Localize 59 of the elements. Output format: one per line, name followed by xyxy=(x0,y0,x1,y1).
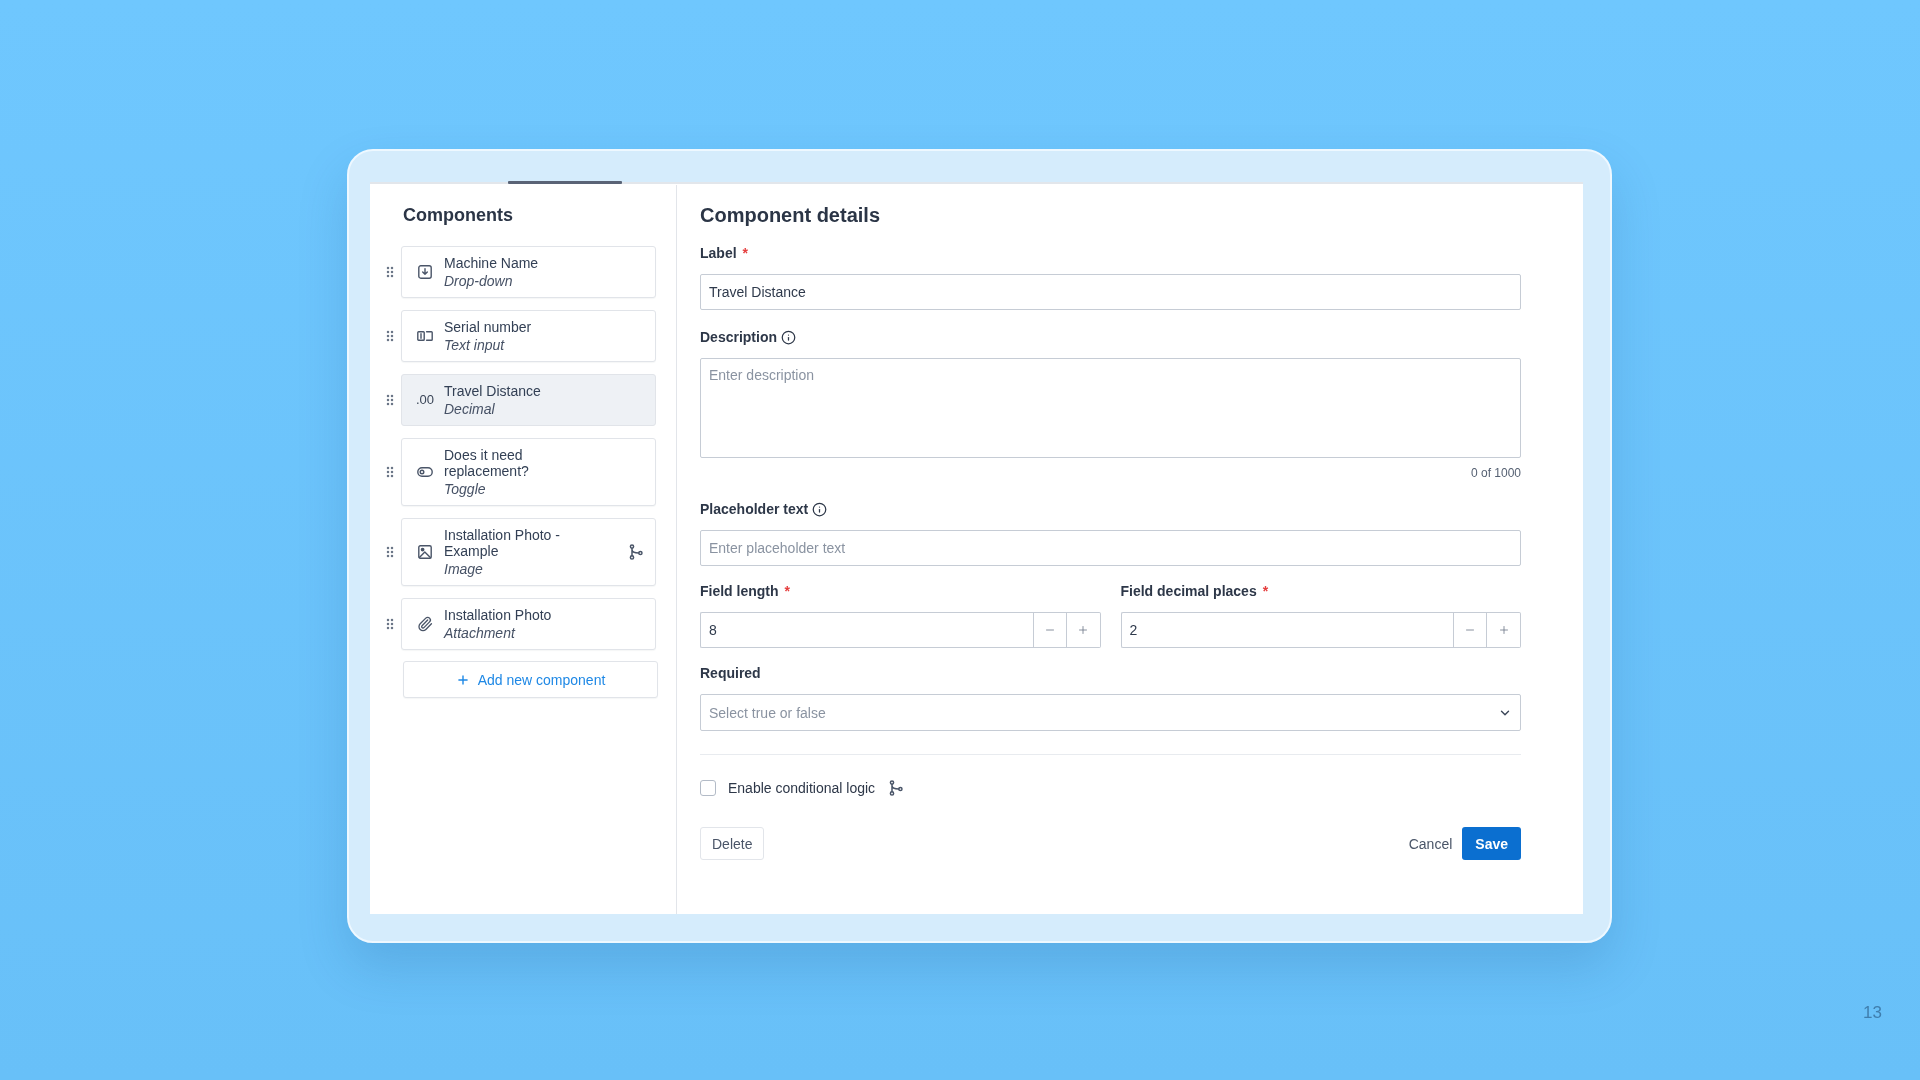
field-label: Description xyxy=(700,328,777,346)
add-component-button[interactable]: Add new component xyxy=(403,661,658,698)
character-counter: 0 of 1000 xyxy=(1470,466,1521,480)
plus-icon xyxy=(455,672,470,687)
cancel-button[interactable]: Cancel xyxy=(1408,827,1453,860)
field-label: Label xyxy=(700,244,737,262)
component-name: Installation Photo - Example xyxy=(444,527,561,559)
required-asterisk: * xyxy=(742,244,749,262)
field-label: Field decimal places xyxy=(1120,582,1257,600)
drag-handle-icon[interactable] xyxy=(386,266,394,278)
slide-number: 13 xyxy=(1863,1003,1882,1023)
required-asterisk: * xyxy=(1262,582,1269,600)
drag-handle-icon[interactable] xyxy=(386,618,394,630)
panel-title: Component details xyxy=(700,203,881,227)
component-name: Serial number xyxy=(444,319,533,335)
decimal-symbol: .00 xyxy=(415,392,435,408)
toggle-icon xyxy=(417,467,433,477)
save-button[interactable]: Save xyxy=(1462,827,1521,860)
field-label: Required xyxy=(700,664,761,682)
component-type: Toggle xyxy=(444,481,487,497)
plus-icon xyxy=(1497,624,1510,636)
component-name: Installation Photo xyxy=(444,607,553,623)
delete-button[interactable]: Delete xyxy=(700,827,765,860)
drag-handle-icon[interactable] xyxy=(386,546,394,558)
component-card[interactable]: Does it need replacement? Toggle xyxy=(401,438,656,506)
paperclip-icon xyxy=(417,616,433,632)
number-input[interactable]: 8 xyxy=(700,612,1033,648)
required-asterisk: * xyxy=(784,582,790,600)
component-card[interactable]: Installation Photo - Example Image xyxy=(401,518,656,586)
component-type: Attachment xyxy=(444,625,517,641)
image-icon xyxy=(418,545,432,559)
info-icon[interactable] xyxy=(781,329,796,345)
info-icon[interactable] xyxy=(812,501,828,517)
label-input[interactable]: Travel Distance xyxy=(700,274,1521,310)
number-input[interactable]: 2 xyxy=(1120,612,1453,648)
branch-icon xyxy=(889,780,904,796)
text-field-icon xyxy=(417,330,433,342)
component-type: Image xyxy=(444,561,484,577)
field-label: Field length xyxy=(700,582,779,600)
component-card[interactable]: Serial number Text input xyxy=(401,310,656,362)
panel-title: Components xyxy=(403,204,514,227)
component-card[interactable]: Installation Photo Attachment xyxy=(401,598,656,650)
placeholder-input[interactable]: Enter placeholder text xyxy=(700,530,1521,566)
component-name: Travel Distance xyxy=(444,383,542,399)
drag-handle-icon[interactable] xyxy=(386,394,394,406)
checkbox-label: Enable conditional logic xyxy=(728,779,876,797)
plus-icon xyxy=(1077,624,1089,636)
checkbox[interactable] xyxy=(700,780,716,796)
component-name: Does it need replacement? xyxy=(444,447,530,479)
drag-handle-icon[interactable] xyxy=(386,330,394,342)
component-name: Machine Name xyxy=(444,255,540,271)
component-type: Drop-down xyxy=(444,273,514,289)
description-input[interactable]: Enter description xyxy=(700,358,1521,458)
component-card[interactable]: Machine Name Drop-down xyxy=(401,246,656,298)
component-type: Decimal xyxy=(444,401,496,417)
component-type: Text input xyxy=(444,337,506,353)
drag-handle-icon[interactable] xyxy=(386,466,394,478)
field-label: Placeholder text xyxy=(700,500,809,518)
arrow-down-box-icon xyxy=(418,265,432,279)
